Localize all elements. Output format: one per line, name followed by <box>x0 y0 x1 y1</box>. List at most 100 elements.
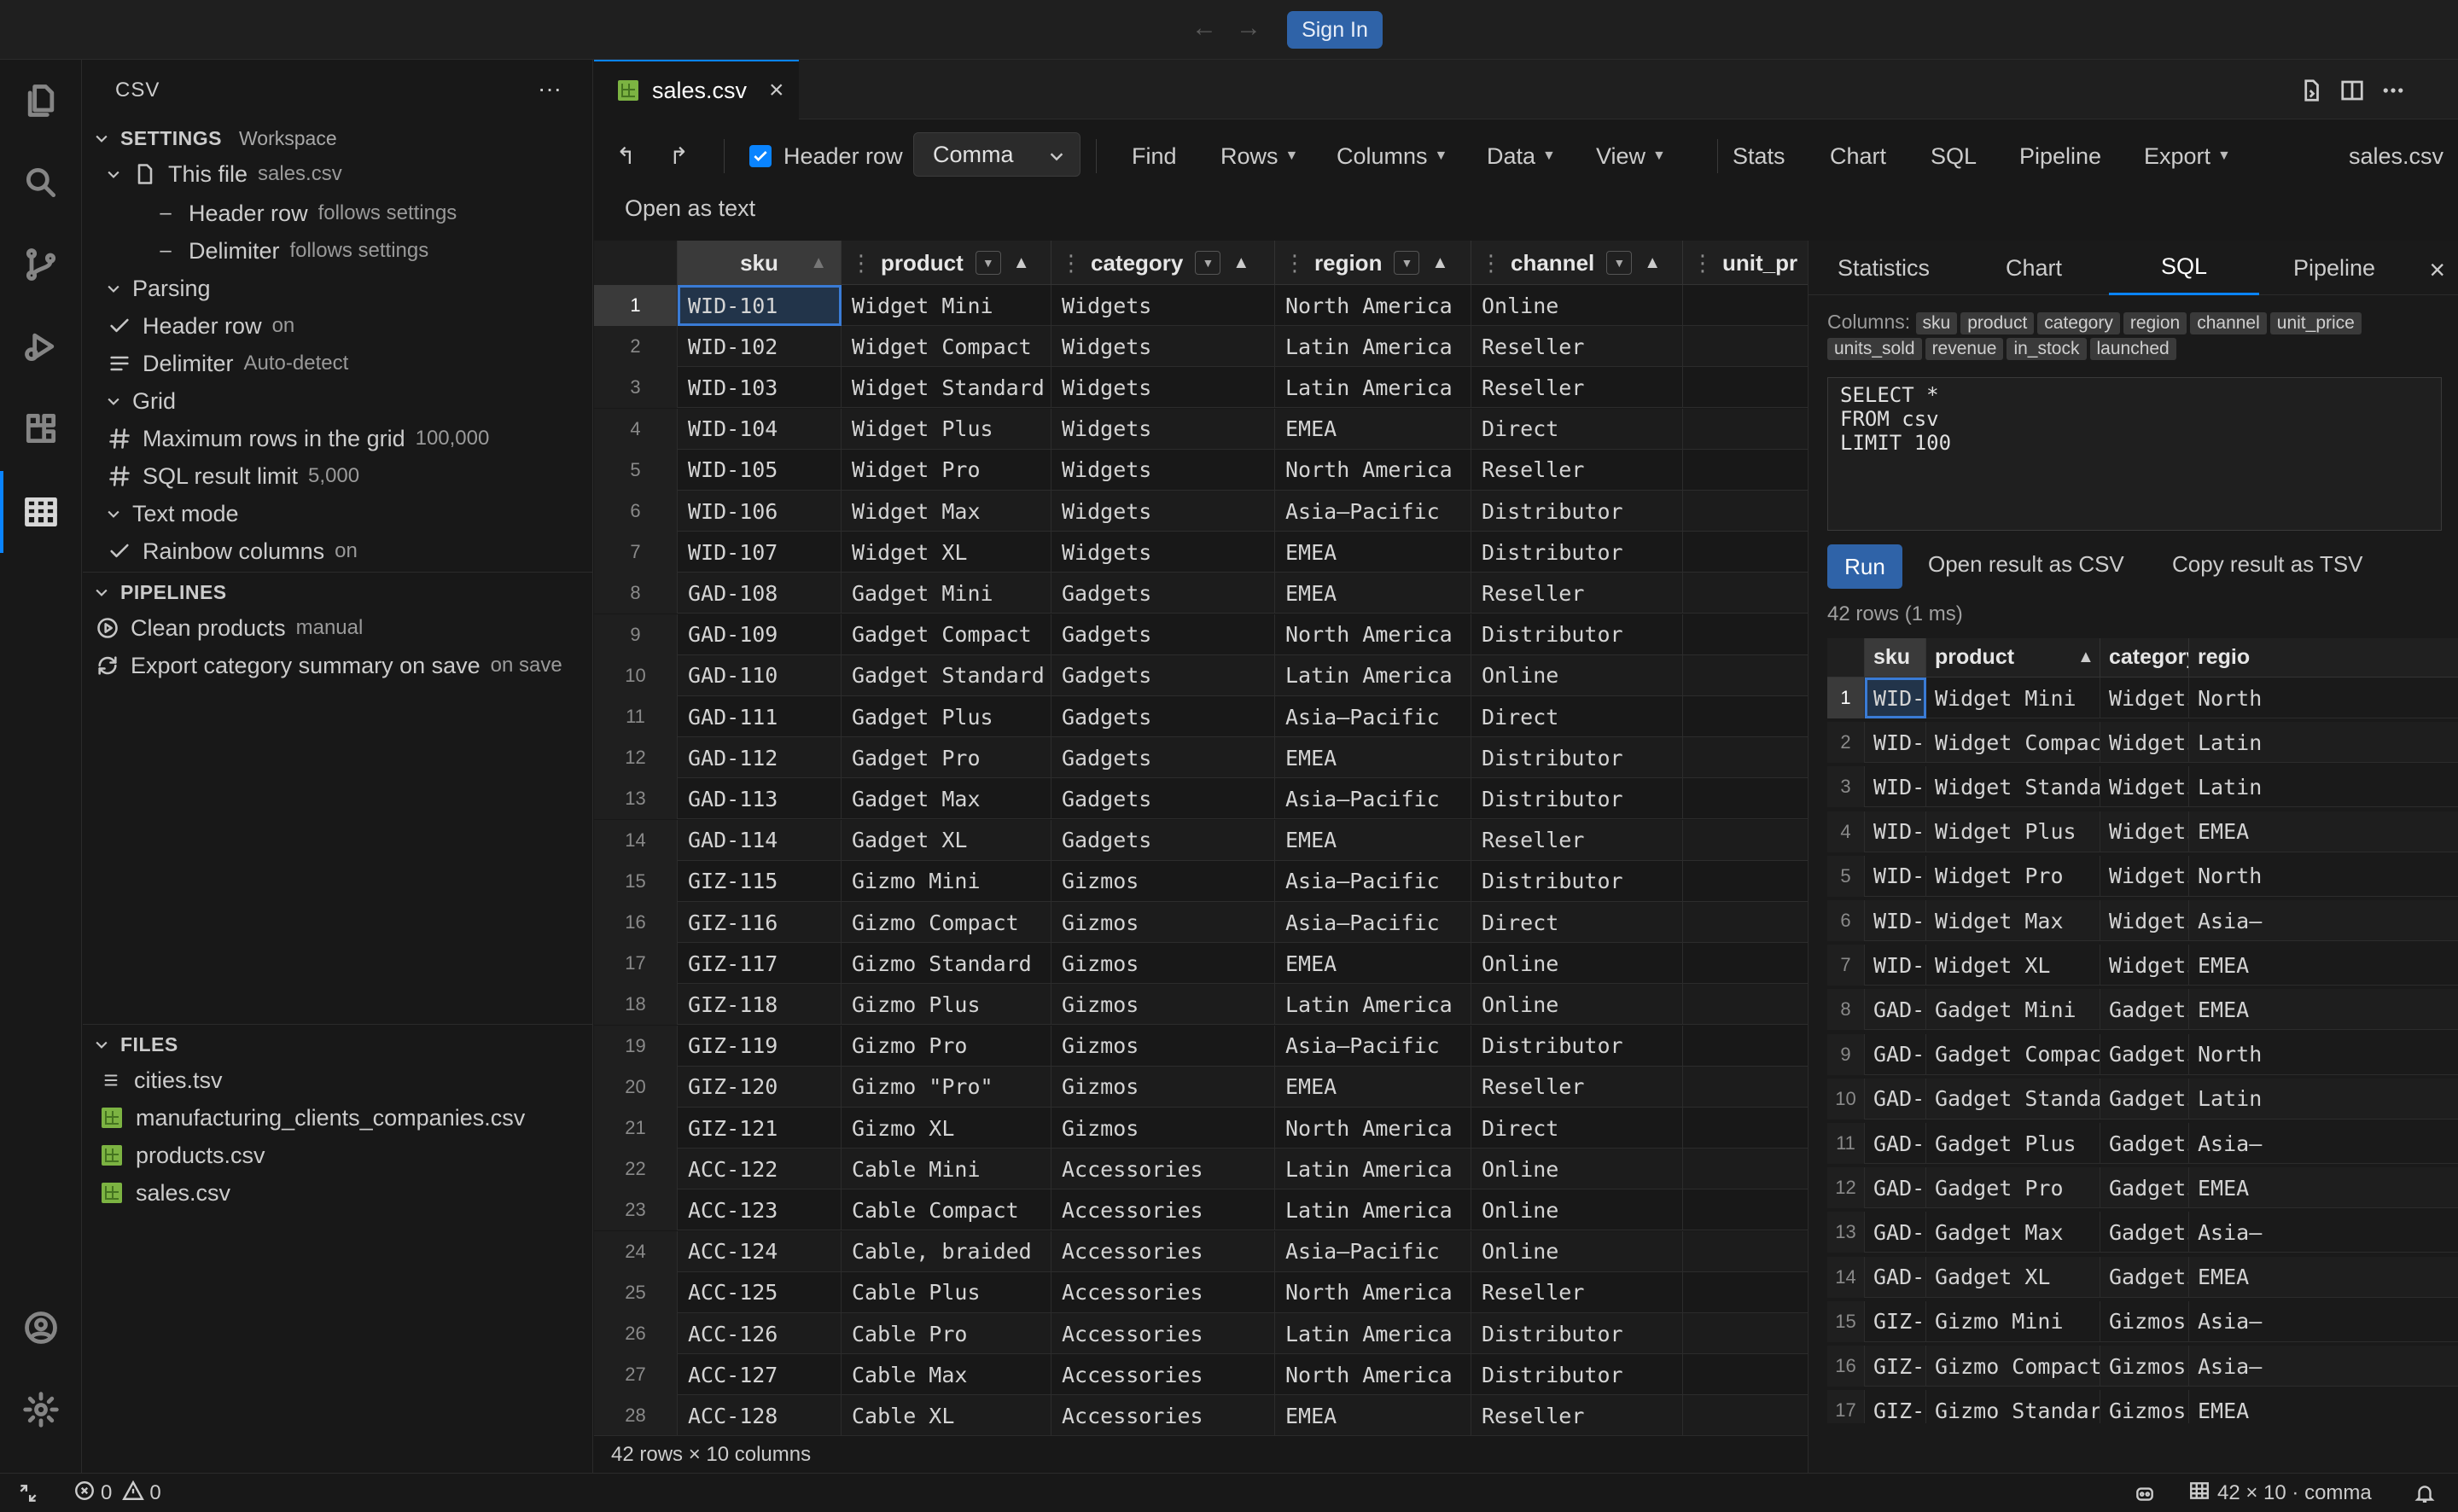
table-cell[interactable]: GAD-110 <box>678 654 842 696</box>
row-number[interactable]: 17 <box>594 943 678 985</box>
table-cell[interactable]: EMEA <box>1275 1066 1471 1108</box>
table-cell[interactable]: Accessories <box>1051 1149 1275 1190</box>
row-number[interactable]: 1 <box>594 285 678 326</box>
extensions-icon[interactable] <box>20 408 61 449</box>
result-cell[interactable]: Gizmo Standard <box>1926 1390 2100 1423</box>
table-cell[interactable]: Gizmo Compact <box>842 902 1051 943</box>
filter-dropdown-icon[interactable]: ▼ <box>1195 251 1221 275</box>
table-cell[interactable]: Latin America <box>1275 367 1471 409</box>
panel-tab-sql[interactable]: SQL <box>2109 241 2259 295</box>
table-cell[interactable] <box>1683 1108 1808 1149</box>
table-cell[interactable]: Distributor <box>1471 614 1683 655</box>
result-cell[interactable]: WID-105 <box>1865 855 1926 897</box>
columns-menu[interactable]: Columns ▼ <box>1337 137 1447 175</box>
row-number[interactable]: 7 <box>594 532 678 573</box>
table-cell[interactable]: Cable Mini <box>842 1149 1051 1190</box>
file-item-sales[interactable]: sales.csv <box>102 1174 230 1212</box>
row-number[interactable]: 28 <box>594 1395 678 1435</box>
table-row[interactable]: 3 WID-103 Widget Standard Widgets Latin Amer… <box>594 367 1808 409</box>
row-number[interactable]: 4 <box>594 408 678 450</box>
row-number[interactable]: 5 <box>594 449 678 491</box>
table-cell[interactable]: GAD-108 <box>678 573 842 614</box>
table-cell[interactable]: ACC-124 <box>678 1230 842 1272</box>
table-cell[interactable]: Reseller <box>1471 1066 1683 1108</box>
table-cell[interactable]: Widgets <box>1051 408 1275 450</box>
table-row[interactable]: 15 GIZ-115 Gizmo Mini Gizmos Asia–Pacific Dis… <box>594 860 1808 902</box>
result-cell[interactable]: North <box>2189 677 2458 718</box>
result-cell[interactable]: GAD-111 <box>1865 1123 1926 1164</box>
result-cell[interactable]: Gadget Mini <box>1926 989 2100 1031</box>
table-cell[interactable]: Gadget Plus <box>842 696 1051 737</box>
find-button[interactable]: Find <box>1132 137 1177 175</box>
close-tab-icon[interactable]: × <box>769 76 784 105</box>
table-cell[interactable]: WID-103 <box>678 367 842 409</box>
drag-handle-icon[interactable]: ⋮ <box>850 250 872 276</box>
table-cell[interactable]: Gizmo Standard <box>842 943 1051 985</box>
table-cell[interactable]: Distributor <box>1471 778 1683 820</box>
table-cell[interactable]: Widget Compact <box>842 326 1051 368</box>
column-chip[interactable]: unit_price <box>2269 312 2362 334</box>
table-cell[interactable]: Widget Pro <box>842 449 1051 491</box>
table-row[interactable]: 25 ACC-125 Cable Plus Accessories North Amer… <box>594 1271 1808 1313</box>
row-number[interactable]: 14 <box>594 819 678 861</box>
table-cell[interactable]: WID-106 <box>678 491 842 532</box>
result-cell[interactable]: Gadget Standard <box>1926 1078 2100 1119</box>
row-number[interactable]: 12 <box>1827 1167 1865 1209</box>
table-cell[interactable]: Accessories <box>1051 1189 1275 1231</box>
result-row[interactable]: 4WID-104Widget PlusWidgetsEMEA <box>1827 811 2458 852</box>
result-cell[interactable]: Asia– <box>2189 900 2458 941</box>
sort-up-icon[interactable]: ▲ <box>2077 648 2094 667</box>
table-row[interactable]: 13 GAD-113 Gadget Max Gadgets Asia–Pacific Di… <box>594 778 1808 820</box>
table-cell[interactable]: ACC-128 <box>678 1395 842 1435</box>
table-cell[interactable]: Gadgets <box>1051 654 1275 696</box>
table-cell[interactable]: Accessories <box>1051 1230 1275 1272</box>
result-cell[interactable]: EMEA <box>2189 1167 2458 1208</box>
table-row[interactable]: 22 ACC-122 Cable Mini Accessories Latin Amer… <box>594 1149 1808 1190</box>
rows-menu[interactable]: Rows ▼ <box>1220 137 1298 175</box>
open-as-text-link[interactable]: Open as text <box>625 195 755 222</box>
table-cell[interactable] <box>1683 902 1808 943</box>
table-cell[interactable]: Widget XL <box>842 532 1051 573</box>
panel-tab-statistics[interactable]: Statistics <box>1809 241 1959 295</box>
table-cell[interactable]: EMEA <box>1275 943 1471 985</box>
result-row[interactable]: 16GIZ-116Gizmo CompactGizmosAsia– <box>1827 1346 2458 1387</box>
column-chip[interactable]: revenue <box>1925 338 2004 360</box>
row-number[interactable]: 19 <box>594 1025 678 1067</box>
result-row[interactable]: 6WID-106Widget MaxWidgetsAsia– <box>1827 900 2458 941</box>
row-number[interactable]: 9 <box>594 614 678 655</box>
result-row[interactable]: 9GAD-109Gadget CompactGadgetsNorth <box>1827 1033 2458 1075</box>
table-cell[interactable]: ACC-125 <box>678 1271 842 1313</box>
table-cell[interactable]: Widget Standard <box>842 367 1051 409</box>
drag-handle-icon[interactable]: ⋮ <box>1060 250 1082 276</box>
pipelines-section-header[interactable]: PIPELINES <box>91 573 227 611</box>
table-cell[interactable] <box>1683 1026 1808 1067</box>
row-number[interactable]: 1 <box>1827 677 1865 718</box>
table-cell[interactable]: WID-102 <box>678 326 842 368</box>
column-chip[interactable]: channel <box>2190 312 2267 334</box>
table-cell[interactable]: Cable Plus <box>842 1271 1051 1313</box>
column-header-unit-price[interactable]: ⋮ unit_pr <box>1683 241 1808 285</box>
table-cell[interactable] <box>1683 1395 1808 1435</box>
table-cell[interactable] <box>1683 696 1808 737</box>
source-control-icon[interactable] <box>20 244 61 285</box>
copy-result-tsv-button[interactable]: Copy result as TSV <box>2172 551 2363 578</box>
table-cell[interactable]: Distributor <box>1471 491 1683 532</box>
table-cell[interactable]: Accessories <box>1051 1271 1275 1313</box>
table-cell[interactable]: Gizmos <box>1051 984 1275 1026</box>
result-cell[interactable]: Widgets <box>2100 945 2189 986</box>
result-row[interactable]: 3WID-103Widget StandardWidgetsLatin <box>1827 766 2458 808</box>
table-cell[interactable]: Reseller <box>1471 449 1683 491</box>
result-cell[interactable]: EMEA <box>2189 1390 2458 1423</box>
result-cell[interactable]: WID-102 <box>1865 722 1926 764</box>
table-cell[interactable]: North America <box>1275 1271 1471 1313</box>
result-row[interactable]: 13GAD-113Gadget MaxGadgetsAsia– <box>1827 1212 2458 1253</box>
table-cell[interactable]: Reseller <box>1471 573 1683 614</box>
row-number[interactable]: 5 <box>1827 855 1865 897</box>
result-cell[interactable]: Widgets <box>2100 766 2189 808</box>
table-cell[interactable]: Asia–Pacific <box>1275 778 1471 820</box>
table-cell[interactable]: Direct <box>1471 696 1683 737</box>
column-chip[interactable]: sku <box>1915 312 1958 334</box>
table-row[interactable]: 23 ACC-123 Cable Compact Accessories Latin A… <box>594 1189 1808 1231</box>
table-cell[interactable]: Gizmo Mini <box>842 860 1051 902</box>
table-row[interactable]: 18 GIZ-118 Gizmo Plus Gizmos Latin America On… <box>594 984 1808 1026</box>
